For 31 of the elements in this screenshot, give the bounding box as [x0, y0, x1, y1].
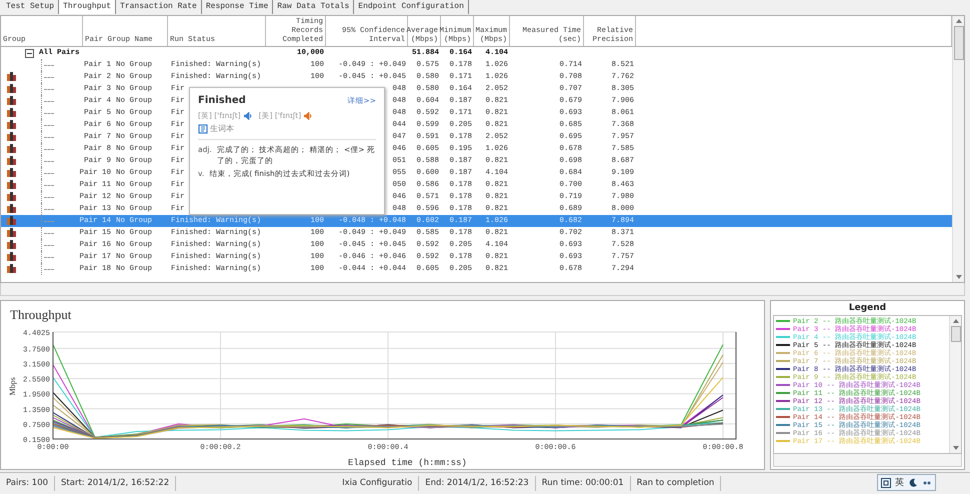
horizontal-scrollbar[interactable] [773, 454, 962, 467]
up-arrow-icon[interactable] [952, 319, 958, 323]
status-text: Run time: 00:00:01 [536, 476, 631, 491]
chart-title: Throughput [10, 307, 72, 323]
down-arrow-icon[interactable] [952, 446, 958, 450]
moon-icon[interactable] [908, 478, 918, 488]
scroll-thumb[interactable] [954, 26, 964, 60]
status-text: End: 2014/1/2, 16:52:23 [419, 476, 536, 491]
scroll-thumb[interactable] [950, 326, 960, 342]
ime-toolbar[interactable]: 英 [877, 474, 936, 491]
popup-word: Finished [198, 95, 246, 106]
notebook-icon[interactable] [198, 124, 208, 134]
tab[interactable]: Throughput [59, 0, 116, 14]
legend-title: Legend [848, 302, 888, 315]
input-mode[interactable]: 英 [895, 476, 904, 489]
x-axis-label: Elapsed time (h:mm:ss) [348, 458, 467, 468]
vertical-scrollbar[interactable] [949, 316, 961, 453]
speaker-icon[interactable] [244, 112, 252, 120]
status-text: Pairs: 100 [0, 476, 56, 491]
y-axis-label: Mbps [8, 377, 17, 396]
vertical-scrollbar[interactable] [952, 16, 964, 282]
up-arrow-icon[interactable] [956, 19, 962, 23]
wordbook-link[interactable]: 生词本 [210, 123, 234, 134]
status-text: Ran to completion [630, 476, 722, 491]
collapse-icon[interactable] [25, 49, 34, 58]
status-text: Start: 2014/1/2, 16:52:22 [55, 476, 176, 491]
keyboard-icon[interactable] [881, 478, 891, 488]
horizontal-scrollbar[interactable] [0, 283, 965, 296]
speaker-icon[interactable] [304, 112, 312, 120]
status-text: Ixia Configuratio [336, 476, 420, 491]
down-arrow-icon[interactable] [956, 275, 962, 279]
